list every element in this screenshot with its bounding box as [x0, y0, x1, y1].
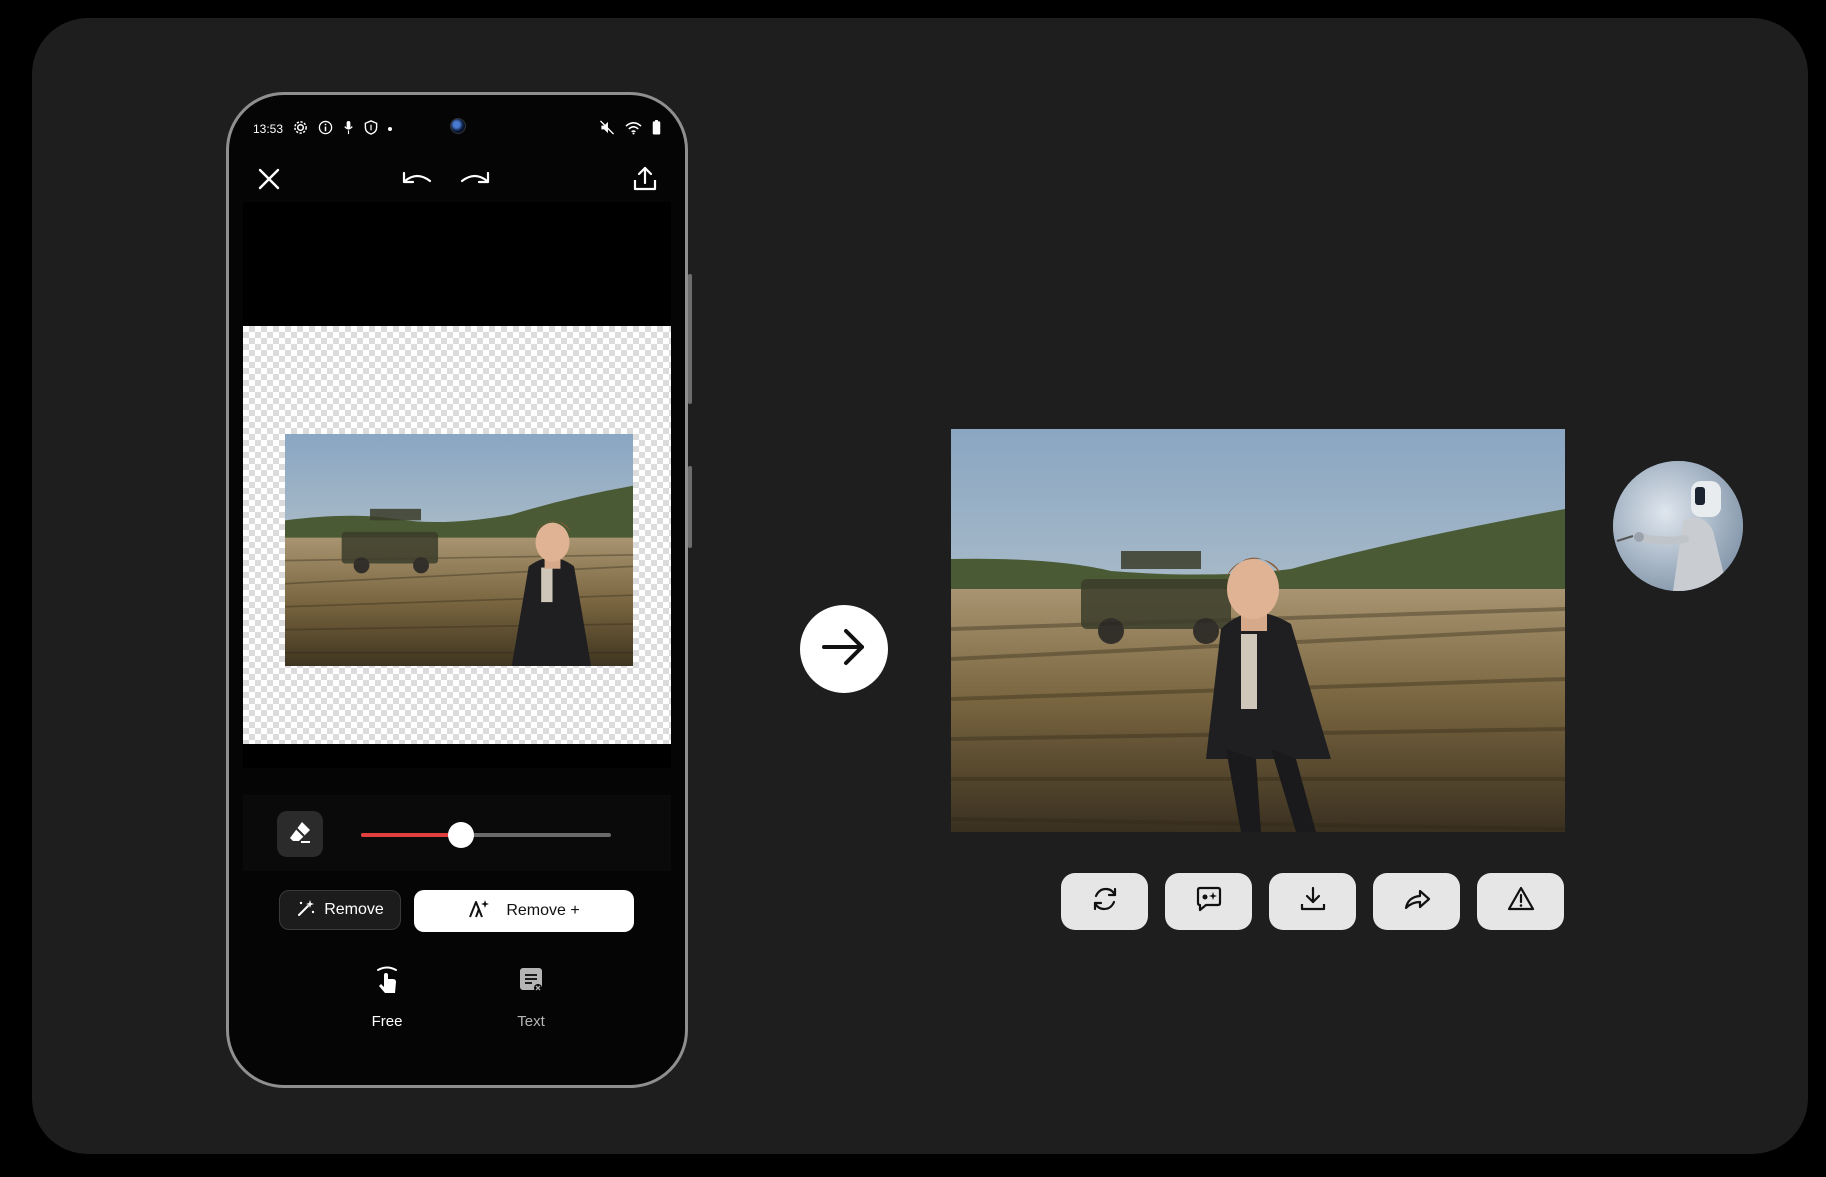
regenerate-icon: [1090, 884, 1120, 919]
share-icon: [1402, 884, 1432, 919]
download-icon: [1298, 884, 1328, 919]
eraser-icon: [287, 819, 313, 850]
phone-power-button: [688, 274, 692, 404]
remove-button-label: Remove: [324, 901, 384, 918]
touch-draw-icon: [372, 965, 402, 999]
selection-mode-tabs: Free Text: [229, 965, 685, 1045]
report-button[interactable]: [1477, 873, 1564, 930]
feedback-button[interactable]: [1165, 873, 1252, 930]
close-button[interactable]: [247, 159, 291, 203]
transparent-canvas-background: [243, 326, 671, 744]
close-icon: [256, 166, 282, 197]
redo-icon: [458, 168, 492, 195]
microphone-status-icon: [343, 120, 354, 138]
mute-status-icon: [599, 120, 615, 138]
brush-size-slider[interactable]: [361, 822, 611, 848]
brush-size-slider-fill: [361, 833, 461, 837]
magic-wand-icon: [296, 898, 316, 923]
transition-arrow-button: [800, 605, 888, 693]
shield-status-icon: [364, 120, 378, 138]
ai-robot-avatar: [1613, 461, 1743, 591]
share-result-button[interactable]: [1373, 873, 1460, 930]
tab-text-label: Text: [517, 1013, 545, 1030]
ai-sparkle-icon: [468, 899, 490, 924]
report-icon: [1506, 884, 1536, 919]
remove-button[interactable]: Remove: [279, 890, 401, 930]
settings-status-icon: [293, 120, 308, 138]
arrow-right-icon: [816, 619, 872, 680]
battery-status-icon: [652, 120, 661, 138]
undo-button[interactable]: [395, 159, 439, 203]
phone-volume-button: [688, 466, 692, 548]
undo-icon: [400, 168, 434, 195]
result-photo[interactable]: [951, 429, 1565, 832]
remove-plus-button-label: Remove +: [506, 902, 580, 919]
tab-free-label: Free: [371, 1013, 403, 1030]
source-photo[interactable]: [285, 434, 633, 666]
front-camera: [450, 118, 466, 134]
feedback-icon: [1194, 884, 1224, 919]
edit-canvas[interactable]: [243, 202, 671, 768]
regenerate-button[interactable]: [1061, 873, 1148, 930]
tab-free[interactable]: Free: [347, 965, 427, 1030]
eraser-button[interactable]: [277, 811, 323, 857]
remove-plus-button[interactable]: Remove +: [414, 890, 634, 932]
editor-topbar: [247, 159, 667, 203]
phone-frame: 13:53 Remove Remove + Free Text: [226, 92, 688, 1088]
tab-text[interactable]: Text: [491, 965, 571, 1030]
remove-mode-row: Remove Remove +: [229, 890, 685, 934]
status-time: 13:53: [253, 122, 284, 136]
brush-toolbar: [243, 795, 671, 871]
info-status-icon: [318, 120, 333, 138]
text-document-icon: [517, 965, 545, 999]
wifi-status-icon: [625, 121, 642, 138]
redo-button[interactable]: [453, 159, 497, 203]
download-button[interactable]: [1269, 873, 1356, 930]
brush-size-slider-knob[interactable]: [448, 822, 474, 848]
notification-dot-icon: [388, 127, 393, 131]
share-icon: [631, 165, 659, 198]
share-button[interactable]: [623, 159, 667, 203]
